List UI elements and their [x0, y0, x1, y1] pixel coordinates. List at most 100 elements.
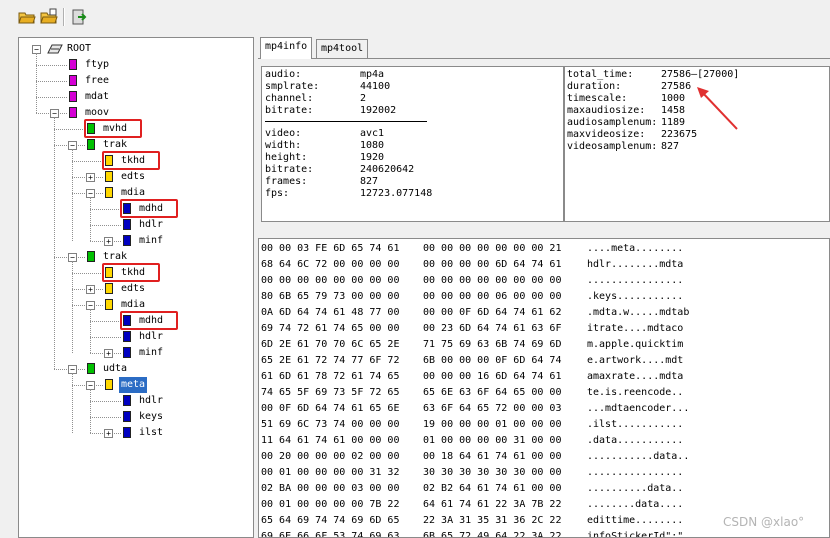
info-key: maxaudiosize:	[567, 105, 646, 116]
hex-bytes-left: 69 6E 66 6F 53 74 69 63	[261, 531, 400, 538]
tree-node-meta[interactable]: − meta	[19, 377, 249, 393]
info-key: audio:	[265, 69, 302, 80]
hex-ascii: m.apple.quicktim	[587, 339, 684, 350]
open-folder-icon[interactable]	[40, 8, 58, 26]
blue-atom-icon	[123, 331, 131, 342]
info-key: smplrate:	[265, 81, 320, 92]
info-value: 27586—[27000]	[661, 69, 740, 80]
hex-bytes-left: 00 01 00 00 00 00 7B 22	[261, 499, 400, 510]
info-key: duration:	[567, 81, 622, 92]
hex-bytes-left: 00 01 00 00 00 00 31 32	[261, 467, 400, 478]
hex-row: 0A 6D 64 74 61 48 77 00 00 00 0F 6D 64 74…	[261, 305, 821, 321]
tree-guide-line	[72, 149, 73, 241]
hex-row: 00 01 00 00 00 00 31 32 30 30 30 30 30 30…	[261, 465, 821, 481]
info-separator	[265, 121, 427, 122]
tree-node-label: minf	[139, 235, 164, 246]
expand-icon[interactable]: +	[104, 237, 113, 246]
hex-view[interactable]: 00 00 03 FE 6D 65 74 61 00 00 00 00 00 00…	[258, 238, 830, 538]
blue-atom-icon	[123, 235, 131, 246]
exit-icon[interactable]	[70, 8, 88, 26]
expand-icon[interactable]: +	[104, 429, 113, 438]
magenta-atom-icon	[69, 59, 77, 70]
red-arrow-annotation	[697, 87, 738, 130]
tab-mp4info[interactable]: mp4info	[260, 37, 313, 59]
hex-bytes-right: 00 00 00 00 6D 64 74 61	[423, 259, 562, 270]
tree-node-label: edts	[121, 283, 146, 294]
tree-guide-line	[72, 261, 73, 353]
green-atom-icon	[87, 363, 95, 374]
info-value: 1189	[661, 117, 686, 128]
hex-ascii: ..........data..	[587, 483, 684, 494]
tree-connector	[54, 129, 85, 130]
info-value: mp4a	[360, 69, 385, 80]
hex-bytes-left: 00 20 00 00 00 02 00 00	[261, 451, 400, 462]
hex-bytes-right: 6B 65 72 49 64 22 3A 22	[423, 531, 562, 538]
tree-node-label: meta	[119, 377, 148, 393]
hex-bytes-right: 00 00 00 00 00 00 00 00	[423, 275, 562, 286]
atom-tree[interactable]: − ROOT ftyp free mdat − moov mvhd − trak tkhd + edts…	[18, 37, 254, 538]
tree-connector	[90, 337, 121, 338]
tree-node-keys[interactable]: keys	[19, 409, 249, 425]
info-value: 223675	[661, 129, 698, 140]
tree-node-hdlr[interactable]: hdlr	[19, 393, 249, 409]
expand-icon[interactable]: +	[86, 285, 95, 294]
hex-row: 69 6E 66 6F 53 74 69 63 6B 65 72 49 64 22…	[261, 529, 821, 538]
tree-node-free[interactable]: free	[19, 73, 249, 89]
hex-bytes-left: 68 64 6C 72 00 00 00 00	[261, 259, 400, 270]
tab-bar: mp4info mp4tool	[258, 37, 830, 59]
hex-bytes-left: 0A 6D 64 74 61 48 77 00	[261, 307, 400, 318]
open-file-icon[interactable]	[18, 8, 36, 26]
tree-node-mdat[interactable]: mdat	[19, 89, 249, 105]
hex-bytes-right: 63 6F 64 65 72 00 00 03	[423, 403, 562, 414]
hex-bytes-right: 19 00 00 00 01 00 00 00	[423, 419, 562, 430]
info-key: height:	[265, 152, 308, 163]
info-value: avc1	[360, 128, 385, 139]
tree-connector	[90, 225, 121, 226]
info-value: 2	[360, 93, 367, 104]
blue-atom-icon	[123, 411, 131, 422]
tree-node-label: hdlr	[139, 219, 164, 230]
tree-connector	[90, 321, 121, 322]
tab-mp4tool[interactable]: mp4tool	[316, 39, 369, 58]
tree-connector	[72, 161, 103, 162]
hex-row: 11 64 61 74 61 00 00 00 01 00 00 00 00 31…	[261, 433, 821, 449]
expand-icon[interactable]: +	[86, 173, 95, 182]
tree-node-label: mdat	[85, 91, 110, 102]
hex-bytes-right: 00 23 6D 64 74 61 63 6F	[423, 323, 562, 334]
tree-node-ftyp[interactable]: ftyp	[19, 57, 249, 73]
hex-bytes-right: 00 00 00 16 6D 64 74 61	[423, 371, 562, 382]
tree-connector	[36, 81, 67, 82]
hex-bytes-left: 00 00 00 00 00 00 00 00	[261, 275, 400, 286]
magenta-atom-icon	[69, 91, 77, 102]
yellow-atom-icon	[105, 299, 113, 310]
info-value: 1458	[661, 105, 686, 116]
hex-row: 68 64 6C 72 00 00 00 00 00 00 00 00 6D 64…	[261, 257, 821, 273]
red-highlight-box	[84, 119, 142, 138]
tree-connector	[72, 273, 103, 274]
hex-row: 74 65 5F 69 73 5F 72 65 65 6E 63 6F 64 65…	[261, 385, 821, 401]
hex-bytes-left: 80 6B 65 79 73 00 00 00	[261, 291, 400, 302]
tree-node-label: ROOT	[67, 43, 92, 54]
red-highlight-box	[120, 199, 178, 218]
tree-node-ilst[interactable]: + ilst	[19, 425, 249, 441]
info-key: video:	[265, 128, 302, 139]
hex-row: 65 2E 61 72 74 77 6F 72 6B 00 00 00 0F 6D…	[261, 353, 821, 369]
tree-node-ROOT[interactable]: − ROOT	[19, 41, 249, 57]
info-key: channel:	[265, 93, 314, 104]
hex-bytes-right: 64 61 74 61 22 3A 7B 22	[423, 499, 562, 510]
yellow-atom-icon	[105, 379, 113, 390]
hex-ascii: te.is.reencode..	[587, 387, 684, 398]
hex-bytes-left: 69 74 72 61 74 65 00 00	[261, 323, 400, 334]
hex-bytes-right: 00 00 0F 6D 64 74 61 62	[423, 307, 562, 318]
hex-ascii: amaxrate....mdta	[587, 371, 684, 382]
info-value: 240620642	[360, 164, 415, 175]
info-key: timescale:	[567, 93, 628, 104]
hex-bytes-left: 51 69 6C 73 74 00 00 00	[261, 419, 400, 430]
hex-bytes-right: 6B 00 00 00 0F 6D 64 74	[423, 355, 562, 366]
toolbar-separator	[63, 8, 65, 26]
expand-icon[interactable]: +	[104, 349, 113, 358]
blue-atom-icon	[123, 219, 131, 230]
yellow-atom-icon	[105, 171, 113, 182]
info-key: audiosamplenum:	[567, 117, 658, 128]
hex-bytes-right: 71 75 69 63 6B 74 69 6D	[423, 339, 562, 350]
